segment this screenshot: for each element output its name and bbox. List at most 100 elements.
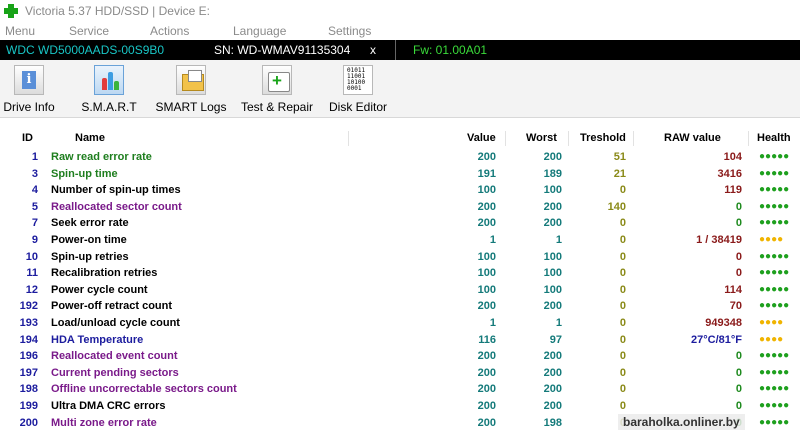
header-raw[interactable]: RAW value	[664, 126, 721, 150]
table-row[interactable]: 1 Raw read error rate 200 200 51 104 ●●●●●	[0, 150, 800, 167]
attr-raw-value: 0	[735, 267, 742, 280]
drive-info-label: Drive Info	[3, 100, 55, 114]
table-row[interactable]: 198 Offline uncorrectable sectors count 20…	[0, 382, 800, 399]
attr-name: Ultra DMA CRC errors	[51, 400, 166, 412]
attr-value: 100	[477, 184, 496, 197]
attr-value: 200	[477, 366, 496, 379]
table-row[interactable]: 3 Spin-up time 191 189 21 3416 ●●●●●	[0, 167, 800, 184]
attr-id: 200	[19, 416, 38, 429]
app-cross-icon	[3, 3, 19, 19]
menu-item-service[interactable]: Service	[69, 24, 109, 38]
table-row[interactable]: 193 Load/unload cycle count 1 1 0 949348 ●●●●	[0, 316, 800, 333]
attr-id: 3	[31, 167, 38, 180]
header-threshold[interactable]: Treshold	[580, 126, 626, 150]
attr-health-dots: ●●●●●	[759, 151, 790, 162]
header-divider	[348, 131, 349, 146]
attr-value: 200	[477, 200, 496, 213]
attr-health-dots: ●●●●●	[759, 366, 790, 378]
device-serial: SN: WD-WMAV91135304	[214, 43, 351, 57]
header-health[interactable]: Health	[757, 126, 791, 150]
first-aid-icon	[262, 65, 292, 95]
attr-threshold: 0	[619, 250, 626, 263]
attr-threshold: 0	[619, 184, 626, 197]
header-id[interactable]: ID	[22, 126, 33, 150]
attr-raw-value: 0	[735, 400, 742, 412]
attr-health-dots: ●●●●●	[759, 400, 790, 411]
attr-raw-value: 114	[724, 283, 742, 296]
attr-worst: 200	[543, 383, 562, 396]
table-row[interactable]: 9 Power-on time 1 1 0 1 / 38419 ●●●●	[0, 233, 800, 250]
title-bar: Victoria 5.37 HDD/SSD | Device E:	[0, 0, 800, 22]
attr-worst: 1	[555, 234, 562, 246]
attr-id: 199	[19, 400, 38, 412]
attr-health-dots: ●●●●●	[759, 383, 790, 395]
header-name[interactable]: Name	[75, 126, 105, 150]
disk-editor-button[interactable]: 01011 11001 10100 0001 Disk Editor	[328, 63, 388, 117]
attr-value: 200	[477, 217, 496, 230]
attr-value: 1	[489, 234, 496, 246]
disk-editor-label: Disk Editor	[328, 100, 387, 114]
attr-value: 116	[478, 333, 496, 346]
attr-id: 4	[31, 184, 38, 197]
attr-threshold: 0	[619, 350, 626, 363]
table-row[interactable]: 194 HDA Temperature 116 97 0 27°C/81°F ●●●●	[0, 333, 800, 350]
menu-item-language[interactable]: Language	[233, 24, 286, 38]
toolbar: Drive Info S.M.A.R.T SMART Logs Test & R…	[0, 60, 800, 118]
table-row[interactable]: 5 Reallocated sector count 200 200 140 0 ●●●●●	[0, 200, 800, 217]
menu-item-menu[interactable]: Menu	[5, 24, 35, 38]
attr-threshold: 51	[613, 151, 626, 163]
attr-id: 193	[19, 317, 38, 329]
attr-threshold: 0	[619, 283, 626, 296]
attr-health-dots: ●●●●●	[759, 283, 790, 295]
attr-id: 196	[19, 350, 38, 363]
device-close-button[interactable]: x	[370, 43, 376, 57]
header-worst[interactable]: Worst	[526, 126, 557, 150]
attr-name: Seek error rate	[51, 217, 129, 230]
device-separator	[395, 40, 396, 60]
table-row[interactable]: 10 Spin-up retries 100 100 0 0 ●●●●●	[0, 250, 800, 267]
attr-health-dots: ●●●●●	[759, 167, 790, 179]
table-row[interactable]: 7 Seek error rate 200 200 0 0 ●●●●●	[0, 216, 800, 233]
table-row[interactable]: 11 Recalibration retries 100 100 0 0 ●●●●●	[0, 266, 800, 283]
attr-id: 12	[25, 283, 38, 296]
attr-health-dots: ●●●●●	[759, 416, 790, 428]
table-row[interactable]: 197 Current pending sectors 200 200 0 0 ●●●●●	[0, 366, 800, 383]
attr-worst: 97	[549, 333, 562, 346]
smart-logs-button[interactable]: SMART Logs	[155, 63, 227, 117]
drive-info-button[interactable]: Drive Info	[2, 63, 56, 117]
attr-threshold: 21	[613, 167, 626, 180]
table-row[interactable]: 192 Power-off retract count 200 200 0 70 ●●●●●	[0, 299, 800, 316]
attr-raw-value: 0	[735, 217, 742, 230]
smart-logs-label: SMART Logs	[155, 100, 227, 114]
attr-worst: 189	[543, 167, 562, 180]
attr-worst: 200	[543, 200, 562, 213]
attr-worst: 100	[543, 283, 562, 296]
attr-worst: 200	[543, 350, 562, 363]
attr-raw-value: 1 / 38419	[696, 234, 742, 246]
attr-id: 5	[31, 200, 38, 213]
table-row[interactable]: 196 Reallocated event count 200 200 0 0 ●●●●●	[0, 349, 800, 366]
attr-health-dots: ●●●●●	[759, 217, 790, 229]
attr-raw-value: 3416	[717, 167, 742, 180]
window-title: Victoria 5.37 HDD/SSD | Device E:	[25, 4, 210, 18]
menu-item-settings[interactable]: Settings	[328, 24, 371, 38]
attr-value: 200	[477, 400, 496, 412]
table-row[interactable]: 12 Power cycle count 100 100 0 114 ●●●●●	[0, 283, 800, 300]
attr-health-dots: ●●●●	[759, 234, 784, 245]
test-repair-button[interactable]: Test & Repair	[239, 63, 315, 117]
smart-button[interactable]: S.M.A.R.T	[80, 63, 138, 117]
menu-item-actions[interactable]: Actions	[150, 24, 189, 38]
attr-value: 200	[477, 416, 496, 429]
attr-id: 9	[31, 234, 38, 246]
attr-value: 100	[477, 267, 496, 280]
attr-threshold: 0	[619, 400, 626, 412]
header-value[interactable]: Value	[467, 126, 496, 150]
attr-value: 200	[477, 350, 496, 363]
attr-worst: 200	[543, 366, 562, 379]
attr-raw-value: 119	[724, 184, 742, 197]
menu-bar: Menu Service Actions Language Settings	[0, 22, 800, 40]
device-model[interactable]: WDC WD5000AADS-00S9B0	[6, 43, 164, 57]
table-row[interactable]: 4 Number of spin-up times 100 100 0 119 ●●●●●	[0, 183, 800, 200]
attr-health-dots: ●●●●●	[759, 200, 790, 212]
attr-value: 200	[477, 300, 496, 313]
